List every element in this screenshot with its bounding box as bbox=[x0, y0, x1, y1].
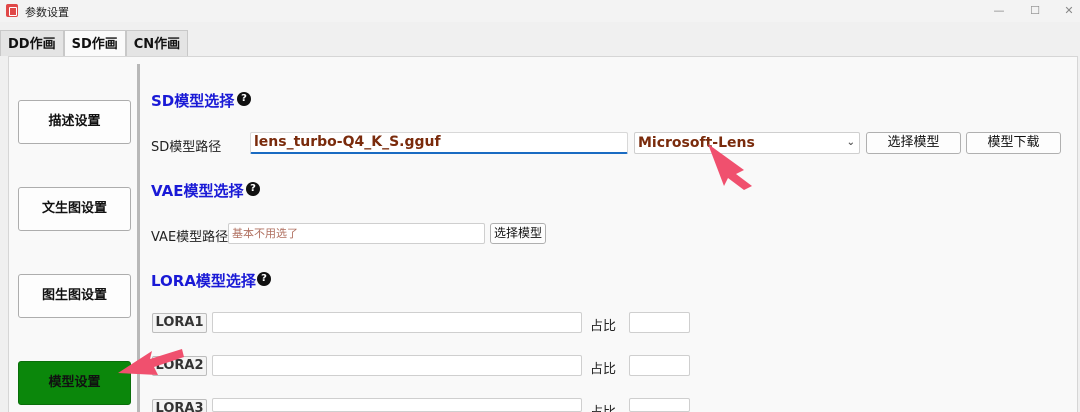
tab-cn[interactable]: CN作画 bbox=[125, 30, 189, 56]
lora-section-title: LORA模型选择 bbox=[151, 272, 256, 290]
lora1-ratio-label: 占比 bbox=[590, 319, 617, 334]
vae-section-title: VAE模型选择 bbox=[151, 182, 244, 200]
close-button[interactable]: ✕ bbox=[1060, 2, 1078, 20]
sidebar-item-txt2img[interactable]: 文生图设置 bbox=[18, 187, 131, 231]
tab-sd[interactable]: SD作画 bbox=[63, 30, 126, 57]
vae-path-input[interactable]: 基本不用选了 bbox=[228, 223, 485, 244]
tab-dd[interactable]: DD作画 bbox=[0, 30, 64, 56]
sd-download-model-button[interactable]: 模型下载 bbox=[966, 132, 1061, 154]
vae-path-label: VAE模型路径 bbox=[151, 230, 229, 245]
annotation-arrow-icon bbox=[118, 349, 184, 375]
lora3-input[interactable] bbox=[212, 398, 582, 412]
sd-select-model-button[interactable]: 选择模型 bbox=[866, 132, 961, 154]
lora3-ratio-input[interactable] bbox=[629, 398, 690, 412]
app-icon bbox=[6, 4, 18, 17]
lora1-ratio-input[interactable] bbox=[629, 312, 690, 333]
help-icon[interactable]: ? bbox=[257, 272, 271, 286]
annotation-arrow-icon bbox=[708, 144, 752, 190]
settings-window: 参数设置 — ☐ ✕ DD作画 SD作画 CN作画 描述设置 文生图设置 图生图… bbox=[0, 0, 1080, 412]
lora2-input[interactable] bbox=[212, 355, 582, 376]
window-title: 参数设置 bbox=[25, 6, 69, 19]
help-icon[interactable]: ? bbox=[237, 92, 251, 106]
lora3-ratio-label: 占比 bbox=[590, 401, 616, 412]
sd-path-input[interactable]: lens_turbo-Q4_K_S.gguf bbox=[250, 132, 628, 154]
sidebar-item-img2img[interactable]: 图生图设置 bbox=[18, 274, 131, 318]
lora2-ratio-label: 占比 bbox=[590, 362, 617, 377]
lora3-label: LORA3 bbox=[152, 399, 207, 412]
sd-section-title: SD模型选择 bbox=[151, 92, 235, 110]
lora1-label: LORA1 bbox=[152, 313, 207, 333]
sidebar-item-description[interactable]: 描述设置 bbox=[18, 100, 131, 144]
minimize-button[interactable]: — bbox=[990, 2, 1008, 20]
help-icon[interactable]: ? bbox=[246, 182, 260, 196]
lora2-ratio-input[interactable] bbox=[629, 355, 690, 376]
vae-select-model-button[interactable]: 选择模型 bbox=[490, 223, 546, 244]
lora1-input[interactable] bbox=[212, 312, 582, 333]
chevron-down-icon: ⌄ bbox=[846, 137, 855, 148]
maximize-button[interactable]: ☐ bbox=[1026, 2, 1044, 20]
sd-path-label: SD模型路径 bbox=[151, 140, 222, 155]
title-bar: 参数设置 — ☐ ✕ bbox=[0, 0, 1080, 22]
tab-bar: DD作画 SD作画 CN作画 bbox=[0, 30, 189, 57]
